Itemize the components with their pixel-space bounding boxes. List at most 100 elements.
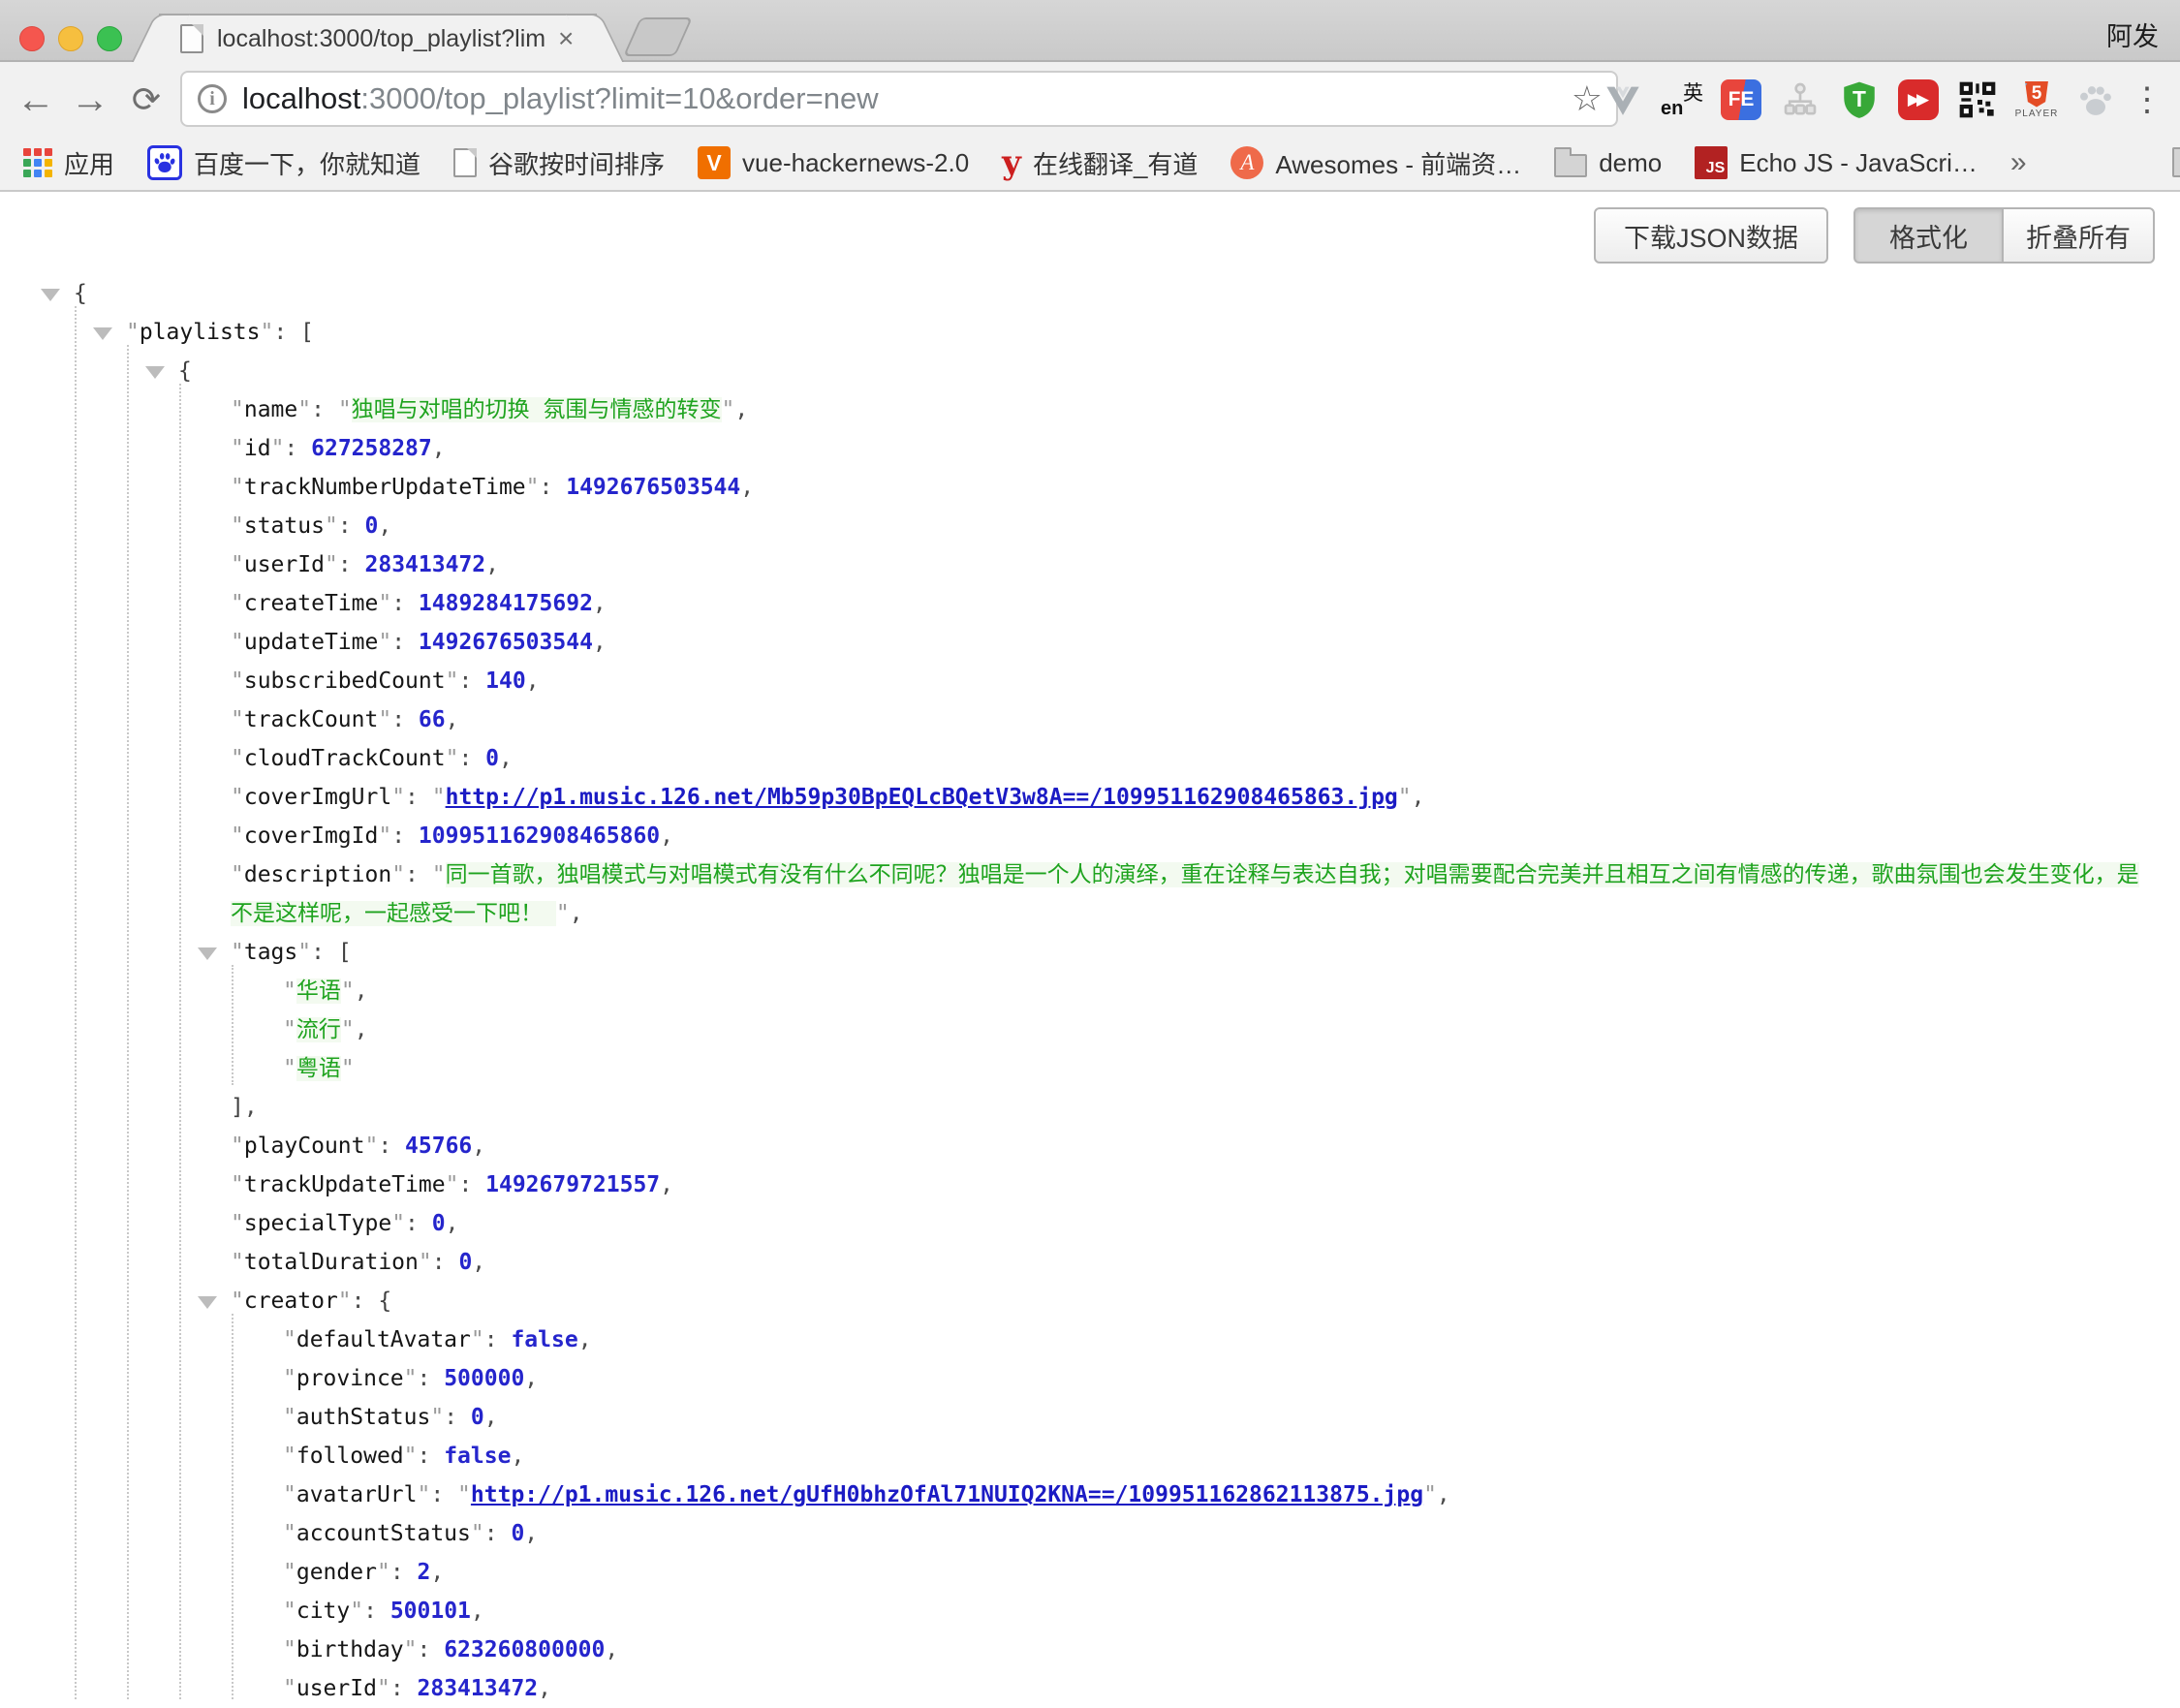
json-line: "华语",	[0, 972, 2161, 1010]
json-line: "defaultAvatar": false,	[0, 1320, 2161, 1359]
awesomes-icon: A	[1230, 146, 1263, 179]
json-line: "accountStatus": 0,	[0, 1514, 2161, 1553]
echojs-icon: JS	[1695, 146, 1728, 179]
forward-button[interactable]: →	[64, 62, 116, 138]
bookmark-apps[interactable]: 应用	[23, 145, 114, 181]
collapse-all-button[interactable]: 折叠所有	[2002, 207, 2155, 264]
collapse-toggle-icon[interactable]	[41, 289, 60, 301]
json-line: "userId": 283413472,	[0, 1669, 2161, 1708]
json-line: "creator": {	[0, 1282, 2161, 1320]
fast-forward-icon[interactable]: ▶▶	[1896, 78, 1941, 122]
json-line: "birthday": 623260800000,	[0, 1630, 2161, 1669]
tab-title: localhost:3000/top_playlist?lim	[217, 25, 552, 53]
close-window-button[interactable]	[19, 26, 45, 51]
json-line: "name": "独唱与对唱的切换 氛围与情感的转变",	[0, 390, 2161, 429]
url-text: localhost:3000/top_playlist?limit=10&ord…	[242, 81, 1572, 116]
minimize-window-button[interactable]	[58, 26, 83, 51]
json-line: "trackCount": 66,	[0, 700, 2161, 739]
page-favicon	[180, 24, 203, 53]
json-line: "totalDuration": 0,	[0, 1243, 2161, 1282]
new-tab-button[interactable]	[623, 17, 693, 56]
qr-code-icon[interactable]	[1955, 78, 2000, 122]
json-line: "status": 0,	[0, 507, 2161, 545]
json-line: "followed": false,	[0, 1437, 2161, 1475]
address-bar[interactable]: i localhost:3000/top_playlist?limit=10&o…	[180, 71, 1618, 127]
reload-button[interactable]: ⟳	[120, 62, 172, 138]
json-tree: {"playlists": [{"name": "独唱与对唱的切换 氛围与情感的…	[0, 192, 2174, 1708]
shield-extension-icon[interactable]: T	[1837, 78, 1882, 122]
back-button[interactable]: ←	[10, 62, 62, 138]
json-line: "playlists": [	[0, 313, 2161, 352]
bookmark-demo-folder[interactable]: demo	[1554, 148, 1662, 178]
window-controls	[19, 26, 122, 51]
bookmarks-bar: 应用 百度一下，你就知道 谷歌按时间排序 V vue-hackernews-2.…	[0, 136, 2180, 192]
json-line: "authStatus": 0,	[0, 1398, 2161, 1437]
json-line: "city": 500101,	[0, 1592, 2161, 1630]
baidu-paw-icon	[147, 145, 182, 180]
bookmark-awesomes[interactable]: A Awesomes - 前端资…	[1230, 145, 1521, 181]
json-line: "province": 500000,	[0, 1359, 2161, 1398]
svg-text:T: T	[1853, 86, 1866, 111]
profile-name: 阿发	[2106, 16, 2159, 53]
json-line: "avatarUrl": "http://p1.music.126.net/gU…	[0, 1475, 2161, 1514]
fe-extension-icon[interactable]: FE	[1719, 78, 1763, 122]
tab-close-icon[interactable]: ×	[558, 25, 574, 52]
format-collapse-group: 格式化 折叠所有	[1853, 207, 2155, 264]
json-line: "流行",	[0, 1010, 2161, 1049]
html5-player-icon[interactable]: 5 PLAYER	[2014, 78, 2059, 122]
bookmark-youdao-translate[interactable]: y 在线翻译_有道	[1002, 145, 1198, 181]
folder-icon	[2172, 154, 2180, 177]
json-link[interactable]: http://p1.music.126.net/gUfH0bhzOfAl71NU…	[471, 1482, 1423, 1507]
download-json-button[interactable]: 下载JSON数据	[1594, 207, 1828, 264]
browser-menu-icon[interactable]: ⋮	[2128, 62, 2166, 138]
json-line: ],	[0, 1088, 2161, 1127]
browser-tab[interactable]: localhost:3000/top_playlist?lim ×	[159, 14, 597, 62]
url-path: :3000/top_playlist?limit=10&order=new	[360, 81, 878, 115]
format-button[interactable]: 格式化	[1853, 207, 2002, 264]
site-info-icon[interactable]: i	[198, 84, 227, 113]
bookmark-vue-hackernews[interactable]: V vue-hackernews-2.0	[698, 146, 969, 179]
tab-strip: localhost:3000/top_playlist?lim × 阿发	[0, 0, 2180, 60]
json-line: "cloudTrackCount": 0,	[0, 739, 2161, 778]
paw-icon[interactable]	[2073, 78, 2118, 122]
json-line: "subscribedCount": 140,	[0, 662, 2161, 700]
youdao-icon: y	[1002, 146, 1021, 179]
json-line: {	[0, 274, 2161, 313]
bookmarks-overflow-icon[interactable]: »	[2010, 146, 2027, 179]
collapse-toggle-icon[interactable]	[198, 1296, 217, 1309]
other-bookmarks-folder[interactable]: 其他书签	[2172, 145, 2180, 181]
bookmark-star-icon[interactable]: ☆	[1572, 78, 1603, 119]
json-line: "trackNumberUpdateTime": 1492676503544,	[0, 468, 2161, 507]
collapse-toggle-icon[interactable]	[198, 947, 217, 960]
json-line: "playCount": 45766,	[0, 1127, 2161, 1165]
page-icon	[453, 148, 477, 177]
json-line: "specialType": 0,	[0, 1204, 2161, 1243]
json-tools: 下载JSON数据 格式化 折叠所有	[1594, 207, 2155, 264]
apps-grid-icon	[23, 148, 52, 177]
bookmark-baidu[interactable]: 百度一下，你就知道	[147, 145, 420, 181]
json-line: "id": 627258287,	[0, 429, 2161, 468]
json-line: "updateTime": 1492676503544,	[0, 623, 2161, 662]
json-line: "trackUpdateTime": 1492679721557,	[0, 1165, 2161, 1204]
json-link[interactable]: http://p1.music.126.net/Mb59p30BpEQLcBQe…	[446, 785, 1398, 810]
zoom-window-button[interactable]	[97, 26, 122, 51]
collapse-toggle-icon[interactable]	[93, 327, 112, 340]
url-host: localhost	[242, 81, 360, 115]
json-line: "createTime": 1489284175692,	[0, 584, 2161, 623]
json-line: "粤语"	[0, 1049, 2161, 1088]
json-line: {	[0, 352, 2161, 390]
json-line: "description": "同一首歌，独唱模式与对唱模式有没有什么不同呢？独…	[0, 855, 2161, 933]
vue-orange-icon: V	[698, 146, 731, 179]
browser-toolbar: ← → ⟳ i localhost:3000/top_playlist?limi…	[0, 60, 2180, 136]
bookmark-google-sort[interactable]: 谷歌按时间排序	[453, 145, 665, 181]
bookmark-echojs[interactable]: JS Echo JS - JavaScri…	[1695, 146, 1978, 179]
translate-icon[interactable]: 英 en	[1660, 78, 1704, 122]
json-line: "gender": 2,	[0, 1553, 2161, 1592]
json-line: "coverImgUrl": "http://p1.music.126.net/…	[0, 778, 2161, 817]
extensions-row: 英 en FE T ▶▶ 5 PLAYER	[1601, 62, 2118, 138]
json-line: "coverImgId": 109951162908465860,	[0, 817, 2161, 855]
collapse-toggle-icon[interactable]	[145, 366, 165, 379]
sitemap-icon[interactable]	[1778, 78, 1822, 122]
folder-icon	[1554, 154, 1587, 177]
vue-devtools-icon[interactable]	[1601, 78, 1645, 122]
